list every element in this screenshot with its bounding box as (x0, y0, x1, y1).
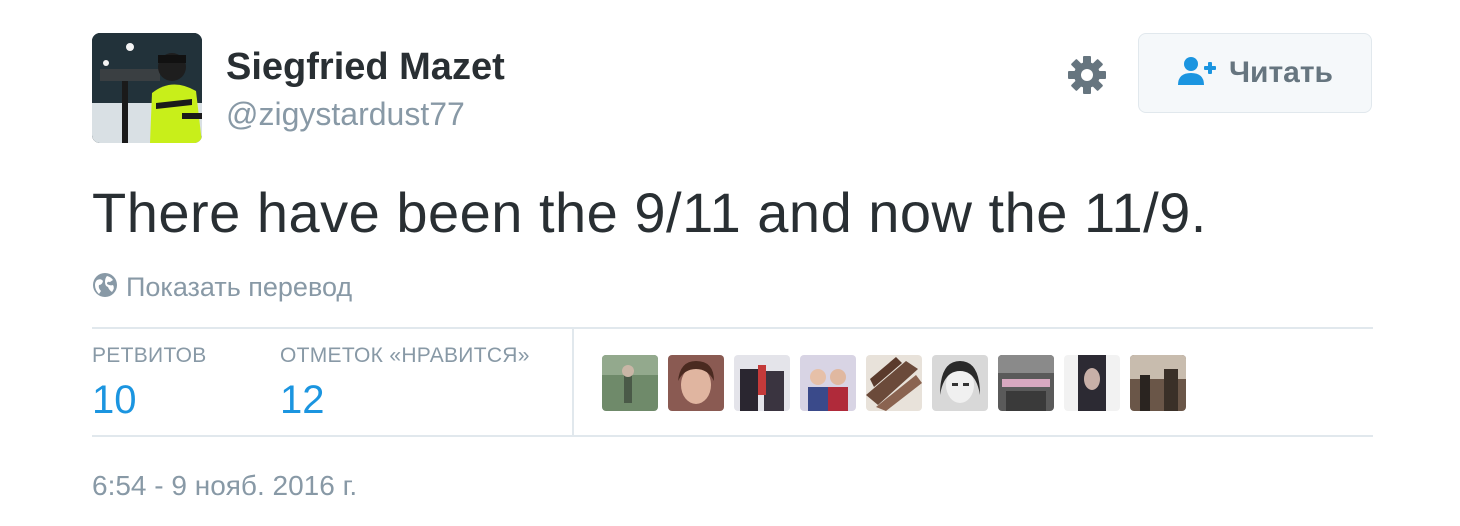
likes-count: 12 (280, 378, 325, 422)
retweets-count: 10 (92, 378, 137, 422)
add-user-icon (1177, 55, 1217, 92)
gear-icon[interactable] (1064, 52, 1110, 98)
author-avatar[interactable] (92, 33, 202, 143)
biathlete-avatar-icon (92, 33, 202, 143)
follow-button-label: Читать (1228, 56, 1334, 89)
translate-link[interactable]: Показать перевод (92, 272, 352, 303)
retweets-label: РЕТВИТОВ (92, 344, 207, 367)
stats-divider-bottom (92, 435, 1373, 437)
stats-divider-top (92, 327, 1373, 329)
author-name[interactable]: Siegfried Mazet (226, 46, 505, 89)
liker-avatar-1[interactable] (602, 355, 658, 411)
tweet-permalink: Siegfried Mazet @zigystardust77 Читать T… (0, 0, 1460, 526)
likes-label: ОТМЕТОК «НРАВИТСЯ» (280, 344, 530, 367)
liker-avatar-7[interactable] (998, 355, 1054, 411)
retweets-stat[interactable]: РЕТВИТОВ 10 (92, 344, 207, 423)
translate-label: Показать перевод (126, 272, 353, 302)
liker-avatar-9[interactable] (1130, 355, 1186, 411)
tweet-timestamp[interactable]: 6:54 - 9 нояб. 2016 г. (92, 470, 357, 502)
liker-avatars (602, 355, 1186, 411)
liker-avatar-2[interactable] (668, 355, 724, 411)
liker-avatar-3[interactable] (734, 355, 790, 411)
liker-avatar-6[interactable] (932, 355, 988, 411)
follow-button[interactable]: Читать (1138, 33, 1372, 113)
likes-stat[interactable]: ОТМЕТОК «НРАВИТСЯ» 12 (280, 344, 530, 423)
liker-avatar-5[interactable] (866, 355, 922, 411)
tweet-text: There have been the 9/11 and now the 11/… (92, 181, 1207, 244)
author-handle[interactable]: @zigystardust77 (226, 96, 465, 133)
globe-icon (92, 272, 118, 303)
stats-vertical-divider (572, 329, 574, 435)
liker-avatar-4[interactable] (800, 355, 856, 411)
liker-avatar-8[interactable] (1064, 355, 1120, 411)
